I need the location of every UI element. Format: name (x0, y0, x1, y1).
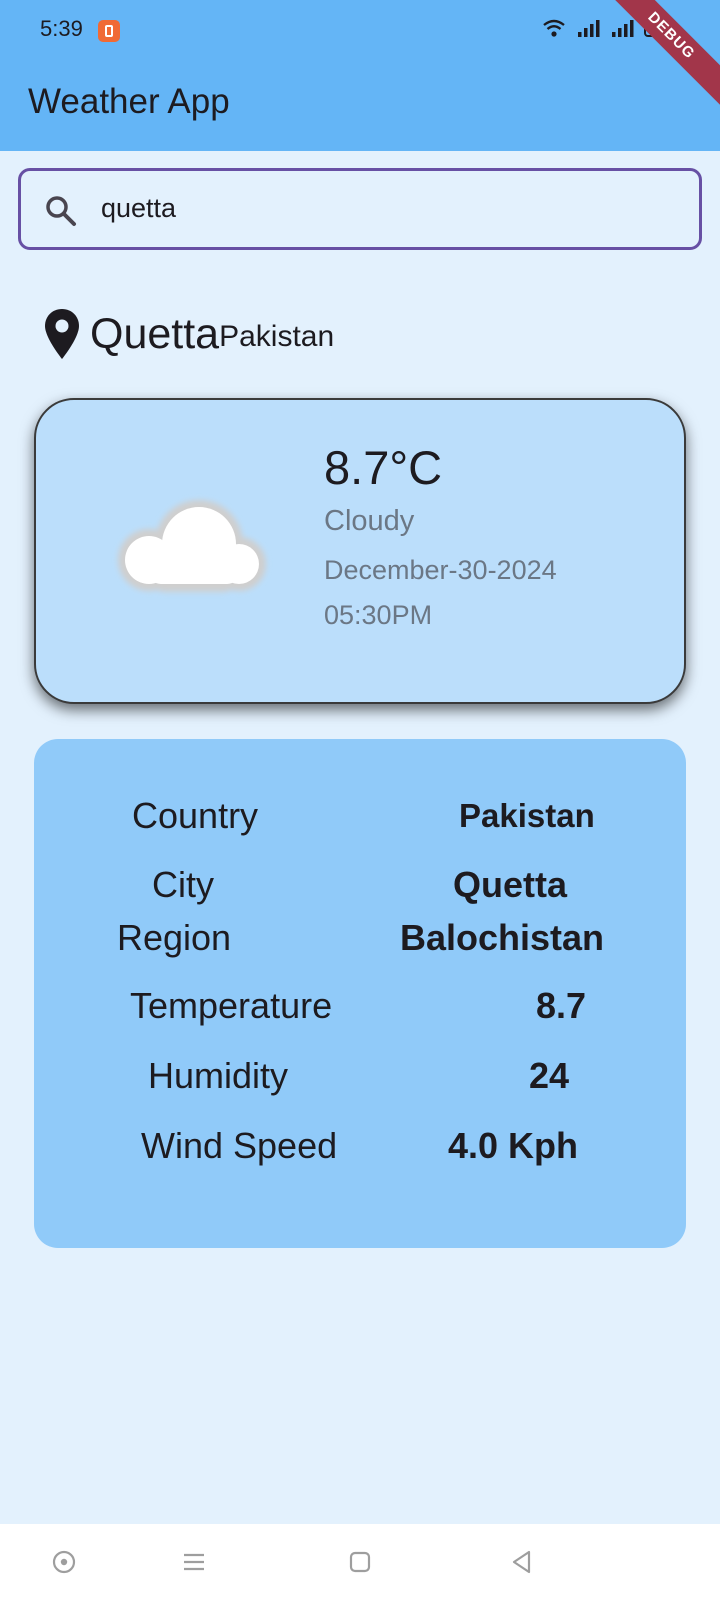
status-time: 5:39 (40, 16, 83, 41)
detail-value-wind-speed: 4.0 Kph (448, 1125, 579, 1166)
signal-icon (578, 20, 600, 37)
cloud-icon (118, 500, 266, 592)
detail-value-humidity: 24 (529, 1055, 570, 1096)
detail-value-country: Pakistan (459, 797, 595, 834)
details-card: Country Pakistan City Quetta Region Balo… (34, 739, 686, 1248)
temperature-value: 8.7°C (324, 441, 443, 494)
search-input[interactable]: quetta (18, 168, 702, 250)
condition-text: Cloudy (324, 505, 415, 537)
search-icon (46, 196, 76, 226)
detail-value-city: Quetta (453, 864, 568, 905)
signal-icon (612, 20, 634, 37)
location-pin-icon (45, 309, 79, 359)
country-name: Pakistan (219, 320, 335, 353)
home-square-icon[interactable] (346, 1548, 374, 1576)
wifi-icon (543, 19, 565, 37)
menu-icon[interactable] (180, 1548, 208, 1576)
detail-label-region: Region (117, 917, 232, 958)
debug-banner: DEBUG (593, 0, 720, 114)
city-name: Quetta (90, 310, 220, 358)
detail-label-city: City (152, 864, 214, 905)
date-text: December-30-2024 (324, 555, 557, 585)
detail-value-region: Balochistan (400, 917, 605, 958)
time-text: 05:30PM (324, 600, 433, 630)
search-value: quetta (101, 193, 177, 223)
location-header: Quetta Pakistan (44, 308, 334, 360)
assistant-icon[interactable] (50, 1548, 78, 1576)
current-weather-card: 8.7°C Cloudy December-30-2024 05:30PM (34, 398, 686, 704)
page-title: Weather App (28, 82, 230, 121)
detail-label-country: Country (132, 795, 259, 836)
detail-label-temperature: Temperature (130, 985, 333, 1026)
detail-label-wind-speed: Wind Speed (141, 1125, 338, 1166)
app-notification-icon (98, 20, 120, 42)
system-nav-bar (0, 1524, 720, 1600)
detail-value-temperature: 8.7 (536, 985, 587, 1026)
app-bar: 5:39 DEBUG Weather App (0, 0, 720, 151)
back-triangle-icon[interactable] (508, 1548, 536, 1576)
detail-label-humidity: Humidity (148, 1055, 289, 1096)
